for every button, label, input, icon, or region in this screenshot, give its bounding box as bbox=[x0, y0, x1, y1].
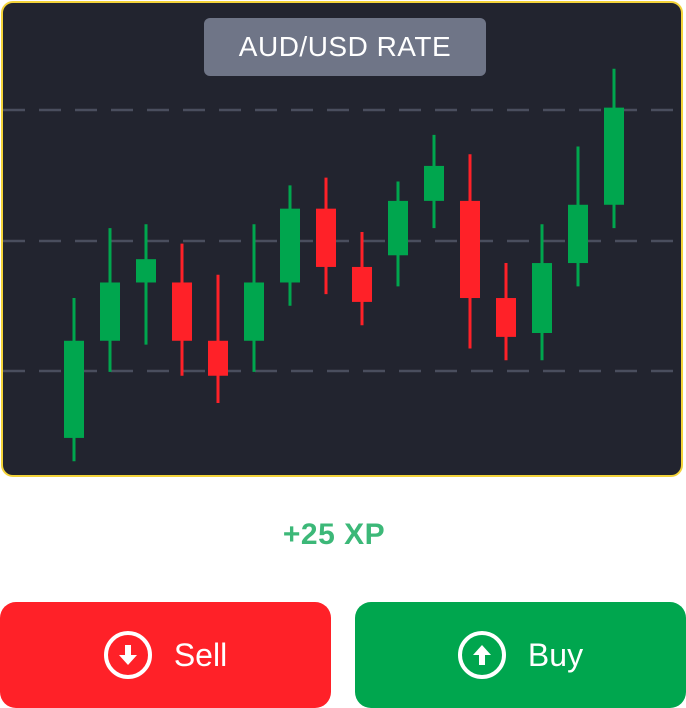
candlestick-chart: AUD/USD RATE bbox=[1, 1, 683, 477]
candle-body bbox=[568, 204, 588, 264]
candle-8 bbox=[316, 177, 336, 295]
candle-body bbox=[316, 208, 336, 267]
chart-title: AUD/USD RATE bbox=[204, 18, 486, 76]
candle-body bbox=[424, 165, 444, 201]
candle-10 bbox=[388, 181, 408, 287]
candle-2 bbox=[100, 228, 120, 372]
candle-9 bbox=[352, 231, 372, 326]
candle-15 bbox=[568, 146, 588, 287]
candle-13 bbox=[496, 263, 516, 361]
candle-3 bbox=[136, 224, 156, 345]
buy-button[interactable]: Buy bbox=[355, 602, 686, 708]
candle-body bbox=[388, 200, 408, 256]
arrow-down-circle-icon bbox=[103, 631, 152, 679]
candle-body bbox=[532, 263, 552, 333]
candle-body bbox=[172, 282, 192, 341]
candle-body bbox=[136, 259, 156, 283]
candle-5 bbox=[208, 274, 228, 403]
candle-12 bbox=[460, 154, 480, 349]
buy-button-label: Buy bbox=[527, 636, 584, 673]
xp-reward-label: +25 XP bbox=[282, 518, 386, 551]
arrow-up-circle-icon bbox=[457, 631, 506, 679]
candle-body bbox=[280, 208, 300, 283]
candle-7 bbox=[280, 185, 300, 306]
candle-body bbox=[100, 282, 120, 341]
candle-16 bbox=[604, 68, 624, 229]
sell-button-label: Sell bbox=[173, 636, 228, 673]
candle-body bbox=[64, 340, 84, 438]
candle-body bbox=[460, 200, 480, 299]
candle-4 bbox=[172, 243, 192, 376]
candle-11 bbox=[424, 134, 444, 229]
candle-6 bbox=[244, 224, 264, 372]
candle-body bbox=[244, 282, 264, 341]
candle-14 bbox=[532, 224, 552, 361]
candle-body bbox=[496, 298, 516, 337]
sell-button[interactable]: Sell bbox=[0, 602, 331, 708]
candle-body bbox=[208, 340, 228, 376]
candle-1 bbox=[64, 298, 84, 462]
candle-body bbox=[604, 107, 624, 205]
candle-body bbox=[352, 266, 372, 302]
